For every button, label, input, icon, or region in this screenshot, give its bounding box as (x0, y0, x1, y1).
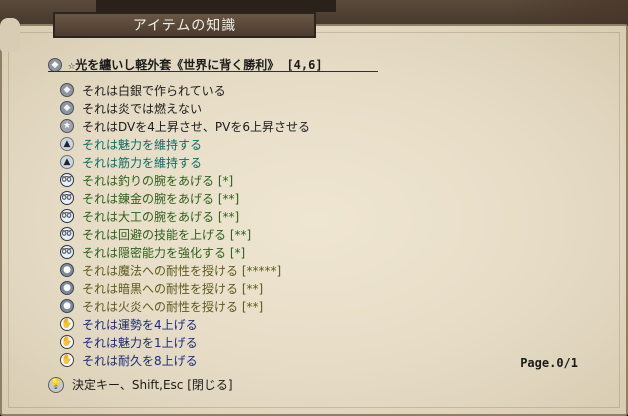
item-diamond-icon: ◆ (48, 57, 62, 72)
property-text: それは炎では燃えない (82, 101, 203, 116)
property-text: それは魔法への耐性を授ける [*****] (82, 263, 282, 278)
diamond-icon: ◆ (60, 83, 74, 97)
property-row: ◆ それは炎では燃えない (60, 99, 310, 117)
property-row: ➿ それは回避の技能を上げる [**] (60, 225, 310, 243)
hand-icon: ✋ (60, 317, 74, 331)
property-row: ✋ それは魅力を1上げる (60, 333, 310, 351)
scroll-pin-decoration (0, 18, 20, 52)
property-text: それは火炎への耐性を授ける [**] (82, 299, 264, 314)
property-text: それは大工の腕をあげる [**] (82, 209, 240, 224)
property-text: それは魅力を維持する (82, 137, 203, 152)
property-text: それは隠密能力を強化する [*] (82, 245, 246, 260)
property-row: ➿ それは隠密能力を強化する [*] (60, 243, 310, 261)
orb-icon: ● (60, 299, 74, 313)
window-title-bar: アイテムの知識 (53, 12, 316, 38)
property-row: ▲ それは魅力を維持する (60, 135, 310, 153)
swirl-icon: ➿ (60, 245, 74, 259)
property-row: ➿ それは大工の腕をあげる [**] (60, 207, 310, 225)
lightbulb-icon: 💡 (48, 376, 64, 393)
property-text: それは回避の技能を上げる [**] (82, 227, 252, 242)
property-row: ● それは暗黒への耐性を授ける [**] (60, 279, 310, 297)
property-text: それは運勢を4上げる (82, 317, 198, 332)
bell-icon: ▲ (60, 155, 74, 169)
hand-icon: ✋ (60, 335, 74, 349)
key-hint-footer: 💡 決定キー、Shift,Esc [閉じる] (48, 376, 233, 393)
property-text: それは暗黒への耐性を授ける [**] (82, 281, 264, 296)
swirl-icon: ➿ (60, 173, 74, 187)
property-row: ➿ それは釣りの腕をあげる [*] (60, 171, 310, 189)
background-title-bar (96, 0, 336, 12)
swirl-icon: ➿ (60, 209, 74, 223)
property-text: それは筋力を維持する (82, 155, 203, 170)
property-list: ◆ それは白銀で作られている ◆ それは炎では燃えない ★ それはDVを4上昇させ、P… (60, 81, 310, 369)
property-row: ➿ それは錬金の腕をあげる [**] (60, 189, 310, 207)
orb-icon: ● (60, 263, 74, 277)
property-row: ● それは火炎への耐性を授ける [**] (60, 297, 310, 315)
window-title: アイテムの知識 (132, 18, 237, 34)
property-text: それは釣りの腕をあげる [*] (82, 173, 234, 188)
property-text: それは錬金の腕をあげる [**] (82, 191, 240, 206)
property-text: それは白銀で作られている (82, 83, 226, 98)
page-indicator: Page.0/1 (520, 356, 578, 370)
bell-icon: ▲ (60, 137, 74, 151)
swirl-icon: ➿ (60, 227, 74, 241)
property-text: それは魅力を1上げる (82, 335, 198, 350)
property-row: ● それは魔法への耐性を授ける [*****] (60, 261, 310, 279)
property-text: それはDVを4上昇させ、PVを6上昇させる (82, 119, 310, 134)
property-row: ▲ それは筋力を維持する (60, 153, 310, 171)
property-row: ✋ それは運勢を4上げる (60, 315, 310, 333)
hand-icon: ✋ (60, 353, 74, 367)
key-hint-text: 決定キー、Shift,Esc [閉じる] (72, 378, 233, 392)
property-row: ★ それはDVを4上昇させ、PVを6上昇させる (60, 117, 310, 135)
swirl-icon: ➿ (60, 191, 74, 205)
header-divider (48, 71, 378, 72)
star-icon: ★ (60, 119, 74, 133)
property-row: ◆ それは白銀で作られている (60, 81, 310, 99)
diamond-icon: ◆ (60, 101, 74, 115)
orb-icon: ● (60, 281, 74, 295)
property-text: それは耐久を8上げる (82, 353, 198, 368)
property-row: ✋ それは耐久を8上げる (60, 351, 310, 369)
